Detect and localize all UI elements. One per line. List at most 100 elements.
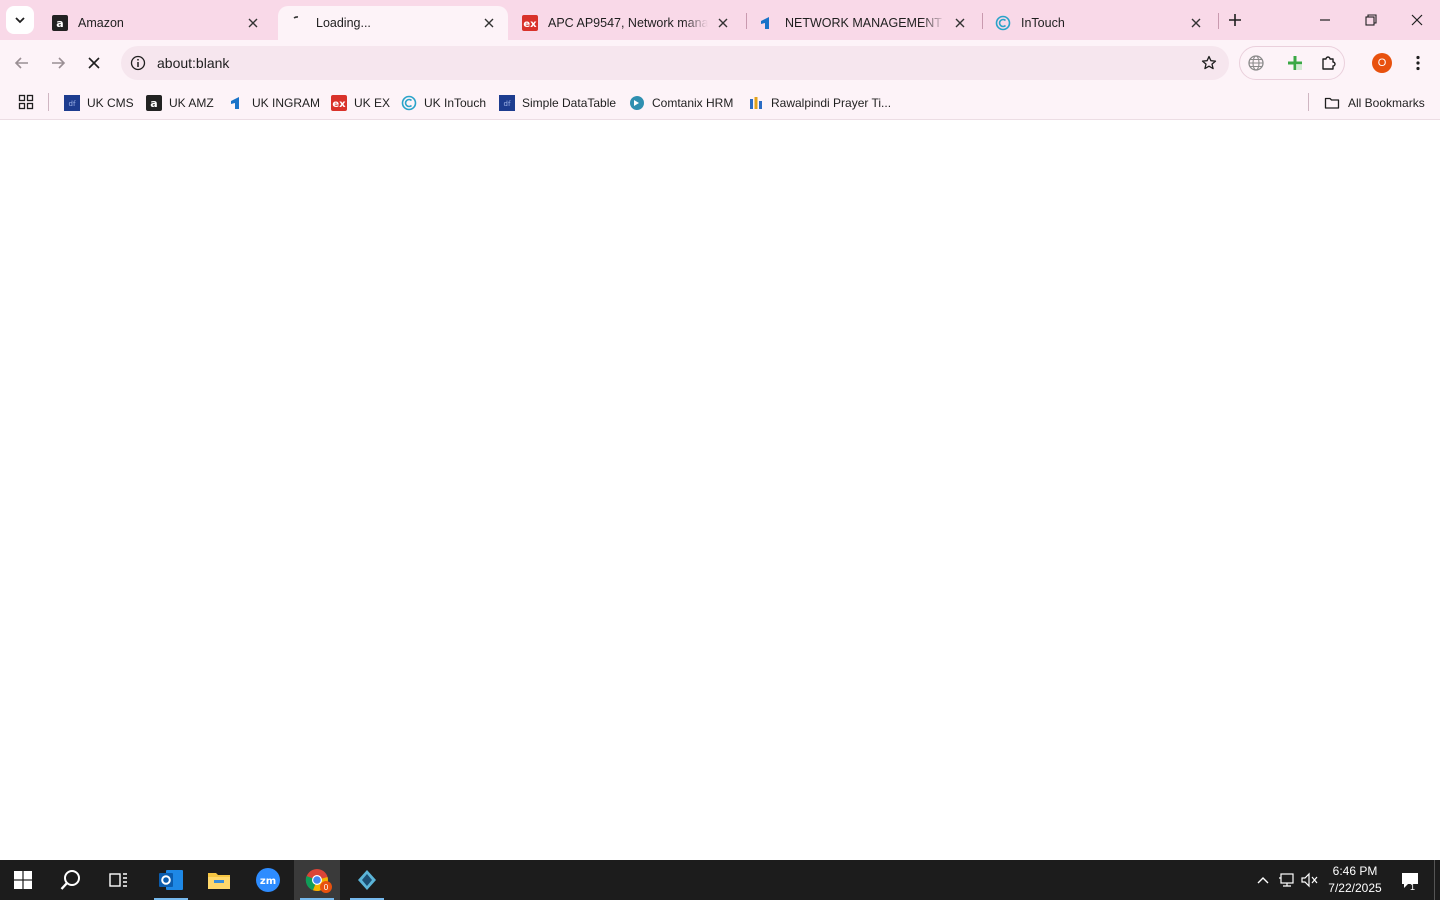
taskbar-clock[interactable]: 6:46 PM 7/22/2025 — [1322, 863, 1388, 897]
all-bookmarks-label: All Bookmarks — [1348, 96, 1425, 110]
folder-icon — [208, 873, 230, 889]
diamond-app-icon — [358, 870, 376, 890]
tab-title: NETWORK MANAGEMENT CARD — [785, 16, 945, 30]
chrome-profile-badge: 0 — [320, 881, 332, 893]
network-icon — [1279, 873, 1294, 887]
svg-text:zm: zm — [260, 876, 276, 887]
search-button[interactable] — [48, 860, 94, 900]
tab-network-management[interactable]: NETWORK MANAGEMENT CARD — [747, 6, 979, 40]
svg-text:ex: ex — [332, 99, 346, 110]
zoom-taskbar-button[interactable]: zm — [245, 860, 291, 900]
df-icon: df — [499, 95, 515, 111]
tab-search-button[interactable] — [6, 6, 34, 34]
all-bookmarks-button[interactable]: All Bookmarks — [1324, 91, 1425, 115]
close-icon[interactable] — [714, 14, 732, 32]
svg-text:df: df — [504, 100, 511, 108]
browser-toolbar: about:blank O — [0, 40, 1440, 86]
svg-text:a: a — [56, 17, 63, 30]
bookmark-divider — [48, 93, 49, 111]
df-icon: df — [64, 95, 80, 111]
close-icon[interactable] — [951, 14, 969, 32]
minimize-icon — [1320, 19, 1330, 21]
volume-button[interactable] — [1298, 860, 1322, 900]
new-tab-button[interactable] — [1224, 9, 1246, 31]
intouch-icon — [401, 95, 417, 111]
task-view-button[interactable] — [96, 860, 142, 900]
outlook-icon — [159, 870, 183, 890]
close-icon[interactable] — [244, 14, 262, 32]
bookmark-uk-ex[interactable]: ex UK EX — [331, 91, 390, 115]
clock-date: 7/22/2025 — [1328, 881, 1382, 895]
bookmark-uk-ingram[interactable]: UK INGRAM — [229, 91, 320, 115]
chevron-down-icon — [15, 17, 25, 24]
info-icon[interactable] — [121, 46, 155, 80]
bookmark-label: Rawalpindi Prayer Ti... — [771, 96, 892, 110]
kebab-menu-icon[interactable] — [1407, 52, 1429, 74]
show-desktop-button[interactable] — [1434, 860, 1440, 900]
folder-icon — [1324, 95, 1340, 111]
clock-time: 6:46 PM — [1332, 864, 1378, 878]
tab-apc[interactable]: ex APC AP9547, Network management card — [510, 6, 742, 40]
app-taskbar-button[interactable] — [344, 860, 390, 900]
tab-intouch[interactable]: InTouch — [983, 6, 1215, 40]
prayer-icon — [748, 95, 764, 111]
tab-title: APC AP9547, Network management card — [548, 16, 708, 30]
tab-amazon[interactable]: a Amazon — [40, 6, 272, 40]
tab-loading[interactable]: Loading... — [278, 6, 508, 40]
close-icon — [1411, 14, 1423, 26]
svg-text:df: df — [69, 100, 76, 108]
bookmark-uk-cms[interactable]: df UK CMS — [64, 91, 134, 115]
globe-extension-icon[interactable] — [1245, 52, 1267, 74]
bookmark-label: Comtanix HRM — [652, 96, 734, 110]
green-extension-icon[interactable] — [1284, 52, 1306, 74]
close-icon[interactable] — [1187, 14, 1205, 32]
bookmark-label: UK InTouch — [424, 96, 487, 110]
ex-logo-icon: ex — [331, 95, 347, 111]
tab-strip: a Amazon Loading... ex APC AP9547, Netwo… — [0, 0, 1440, 40]
close-window-button[interactable] — [1394, 0, 1440, 40]
tab-separator — [1218, 13, 1219, 29]
address-bar[interactable]: about:blank — [121, 46, 1229, 80]
minimize-button[interactable] — [1302, 0, 1348, 40]
apps-grid-icon[interactable] — [16, 92, 36, 112]
action-center-button[interactable]: 1 — [1396, 860, 1424, 900]
network-button[interactable] — [1275, 860, 1299, 900]
file-explorer-taskbar-button[interactable] — [196, 860, 242, 900]
bookmarks-bar: df UK CMS a UK AMZ UK INGRAM ex UK EX UK… — [0, 86, 1440, 120]
bookmark-label: UK CMS — [87, 96, 134, 110]
amazon-icon: a — [52, 15, 68, 31]
tab-title: InTouch — [1021, 16, 1065, 30]
svg-text:ex: ex — [523, 19, 537, 30]
stop-loading-button[interactable] — [79, 48, 109, 78]
search-icon — [60, 870, 80, 890]
forward-button[interactable] — [43, 48, 73, 78]
puzzle-icon[interactable] — [1318, 52, 1340, 74]
show-hidden-icons-button[interactable] — [1251, 860, 1275, 900]
svg-text:a: a — [150, 97, 157, 110]
url-text[interactable]: about:blank — [157, 55, 229, 71]
profile-avatar[interactable]: O — [1372, 53, 1392, 73]
star-icon[interactable] — [1199, 53, 1219, 73]
comtanix-icon — [629, 95, 645, 111]
intouch-icon — [995, 15, 1011, 31]
close-icon — [88, 57, 100, 69]
bookmark-rawalpindi-prayer[interactable]: Rawalpindi Prayer Ti... — [748, 91, 891, 115]
start-button[interactable] — [0, 860, 46, 900]
bookmark-simple-datatable[interactable]: df Simple DataTable — [499, 91, 616, 115]
volume-muted-icon — [1301, 872, 1318, 888]
bookmark-uk-amz[interactable]: a UK AMZ — [146, 91, 214, 115]
restore-button[interactable] — [1348, 0, 1394, 40]
notification-count: 1 — [1410, 882, 1416, 892]
back-button[interactable] — [7, 48, 37, 78]
outlook-taskbar-button[interactable] — [148, 860, 194, 900]
arrow-left-icon — [14, 57, 28, 69]
chrome-taskbar-button[interactable]: 0 — [294, 860, 340, 900]
zoom-icon: zm — [256, 868, 280, 892]
close-icon[interactable] — [480, 14, 498, 32]
bookmark-label: Simple DataTable — [522, 96, 617, 110]
bookmark-label: UK AMZ — [169, 96, 214, 110]
ingram-icon — [759, 15, 775, 31]
plus-icon — [1229, 14, 1241, 26]
bookmark-uk-intouch[interactable]: UK InTouch — [401, 91, 486, 115]
bookmark-comtanix-hrm[interactable]: Comtanix HRM — [629, 91, 733, 115]
